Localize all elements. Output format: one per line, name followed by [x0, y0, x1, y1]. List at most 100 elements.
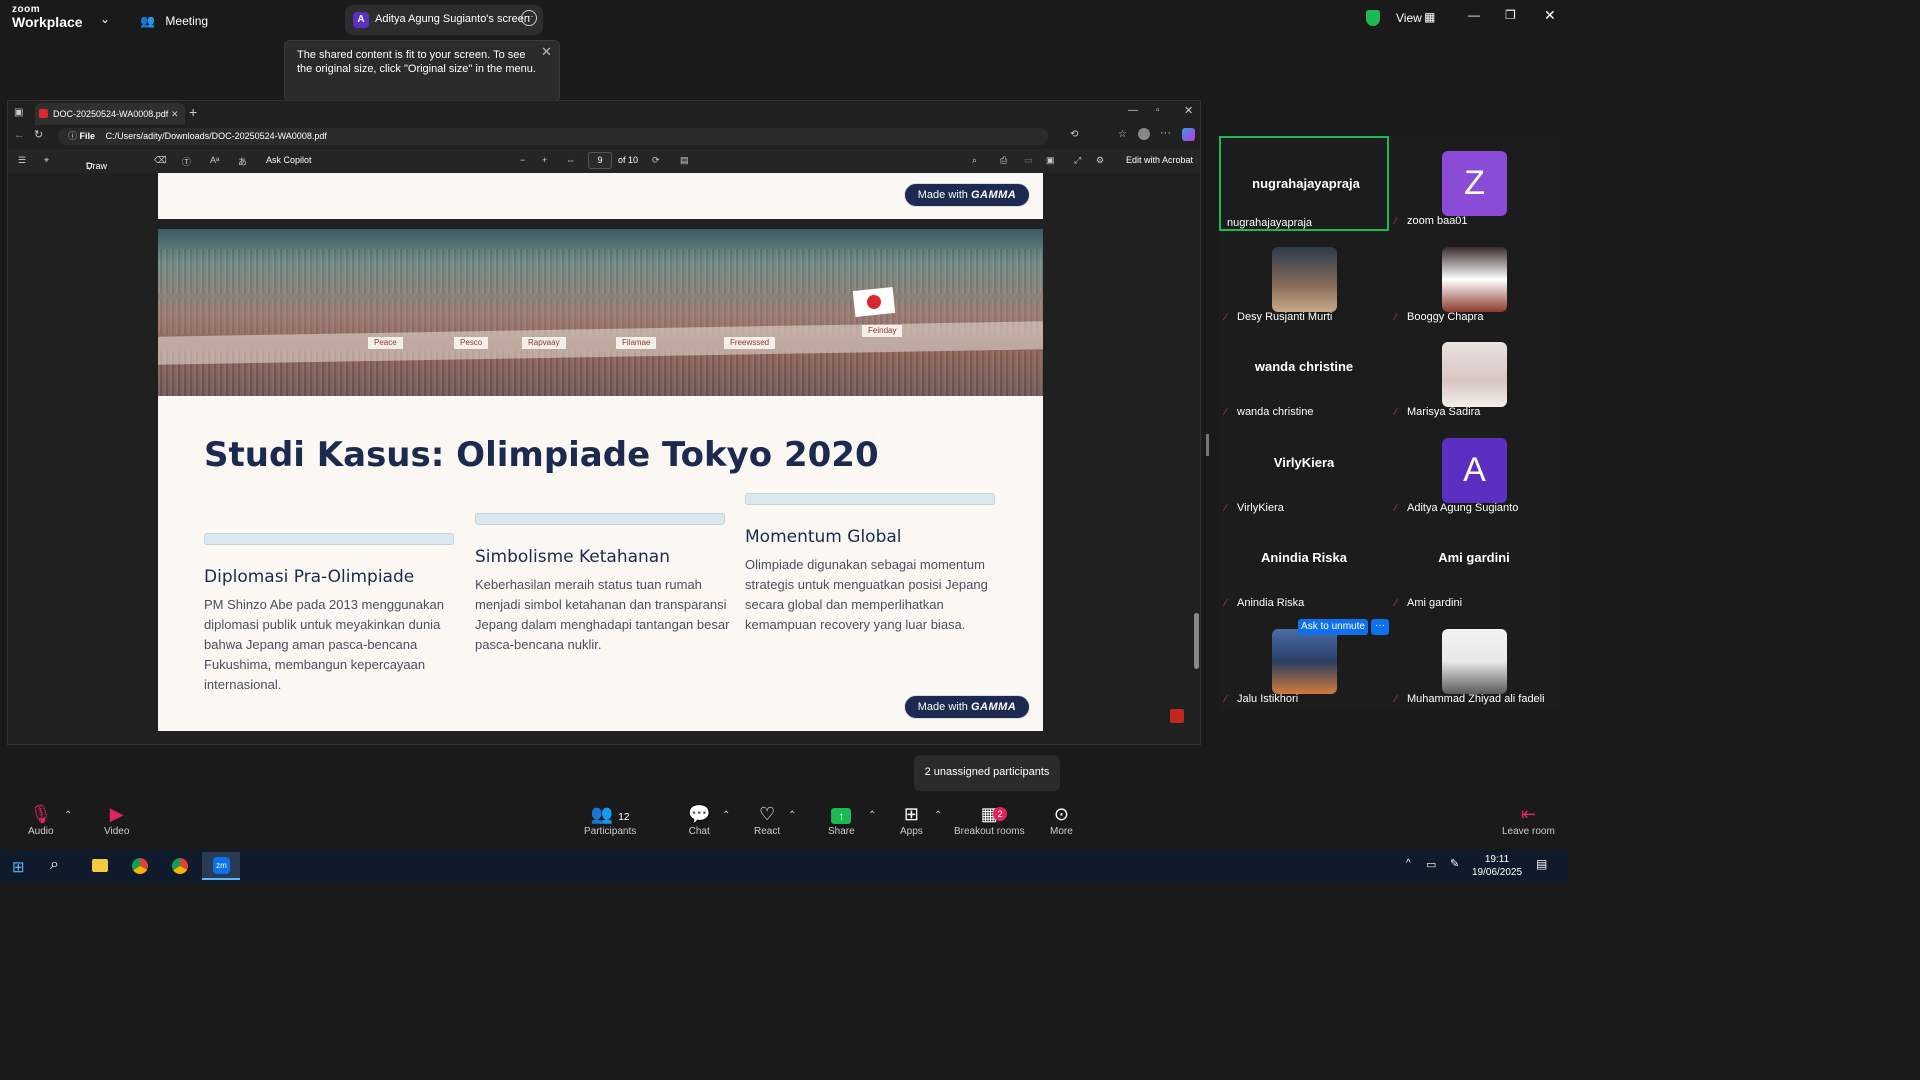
restore-icon[interactable]: ❐ — [1505, 8, 1516, 22]
back-icon[interactable]: ← — [14, 129, 25, 141]
page-view-icon[interactable]: ▤ — [680, 155, 689, 166]
pdf-scrollbar[interactable] — [1193, 173, 1201, 741]
windows-start-icon[interactable]: ⊞ — [12, 858, 25, 876]
highlight-icon[interactable]: ⌖ — [44, 155, 49, 166]
breakout-rooms-button[interactable]: ▦ Breakout rooms — [954, 804, 1025, 837]
participant-tile[interactable]: Anindia Riska ⁄ Anindia Riska — [1219, 518, 1389, 613]
chrome-profile-icon[interactable] — [172, 858, 188, 874]
zoom-out-icon[interactable]: − — [520, 155, 525, 165]
banner-4: Filamae — [616, 337, 657, 349]
browser-menu-icon[interactable]: ··· — [1160, 127, 1171, 139]
participant-name-label: ⁄ Muhammad Zhiyad ali fadeli — [1395, 693, 1545, 705]
pen-tray-icon[interactable]: ✎ — [1450, 857, 1459, 870]
minimize-icon[interactable]: — — [1468, 8, 1480, 22]
text-box-icon[interactable]: Ⓣ — [182, 155, 191, 168]
participant-tile[interactable]: ⁄ Marisya Sadira — [1389, 327, 1559, 422]
save-icon[interactable]: ▭ — [1024, 155, 1033, 166]
react-button[interactable]: ♡ React — [754, 804, 780, 837]
print-icon[interactable]: ⎙ — [1000, 155, 1007, 166]
save-as-icon[interactable]: ▣ — [1046, 155, 1055, 166]
profile-icon[interactable] — [1138, 128, 1150, 140]
pdf-scrollbar-thumb[interactable] — [1194, 613, 1199, 669]
more-options-icon[interactable]: ··· — [521, 10, 537, 26]
fit-page-icon[interactable]: ⇔ — [566, 155, 575, 165]
share-options-icon[interactable]: ⌃ — [868, 810, 876, 821]
rotate-icon[interactable]: ⟳ — [652, 155, 660, 166]
participant-tile[interactable]: VirlyKiera ⁄ VirlyKiera — [1219, 423, 1389, 518]
tab-actions-icon[interactable]: ▣ — [14, 107, 23, 118]
erase-icon[interactable]: ⌫ — [154, 155, 167, 166]
browser-maximize-icon[interactable]: ▫ — [1156, 105, 1160, 116]
ask-copilot-button[interactable]: Ask Copilot — [266, 155, 312, 165]
participant-tile[interactable]: ⁄ Muhammad Zhiyad ali fadeli — [1389, 614, 1559, 709]
participant-tile[interactable]: wanda christine ⁄ wanda christine — [1219, 327, 1389, 422]
share-icon: ↑ — [828, 804, 855, 826]
search-taskbar-icon[interactable]: ⌕ — [50, 856, 59, 874]
browser-tab[interactable]: DOC-20250524-WA0008.pdf ✕ — [35, 103, 185, 125]
participant-display-name: Ami gardini — [1438, 550, 1510, 565]
read-aloud-icon[interactable]: Aᵃ — [210, 155, 219, 165]
participant-tile[interactable]: Z ⁄ zoom baa01 — [1389, 136, 1559, 231]
contents-icon[interactable]: ☰ — [18, 155, 26, 166]
tray-chevron-icon[interactable]: ^ — [1406, 858, 1411, 869]
close-icon[interactable]: ✕ — [1544, 7, 1556, 24]
made-with-gamma-badge[interactable]: Made with GAMMA — [904, 183, 1030, 207]
reload-icon[interactable]: ↻ — [34, 128, 43, 141]
chat-button[interactable]: 💬 Chat — [688, 804, 710, 837]
tile-more-icon[interactable]: ··· — [1371, 619, 1389, 635]
react-options-icon[interactable]: ⌃ — [788, 810, 796, 821]
column-3-text: Olimpiade digunakan sebagai momentum str… — [745, 557, 988, 632]
search-icon[interactable]: ⌕ — [972, 155, 977, 166]
more-button[interactable]: ⊙ More — [1050, 804, 1073, 837]
chat-options-icon[interactable]: ⌃ — [722, 810, 730, 821]
new-tab-icon[interactable]: + — [189, 104, 197, 120]
chrome-icon[interactable] — [132, 858, 148, 874]
chevron-down-icon[interactable]: ⌄ — [100, 12, 110, 26]
mic-muted-icon: ⁄ — [1225, 693, 1227, 705]
settings-icon[interactable]: ⚙ — [1096, 155, 1104, 166]
grid-icon: ▦ — [1424, 10, 1436, 24]
view-button[interactable]: View — [1396, 11, 1422, 25]
apps-options-icon[interactable]: ⌃ — [934, 810, 942, 821]
browser-close-icon[interactable]: ✕ — [1184, 104, 1193, 117]
ask-to-unmute-button[interactable]: Ask to unmute — [1298, 619, 1368, 635]
notification-icon[interactable]: ▤ — [1536, 857, 1547, 871]
panel-resize-handle[interactable] — [1206, 434, 1209, 456]
meeting-menu[interactable]: 👥 Meeting — [140, 12, 208, 30]
edit-acrobat-button[interactable]: Edit with Acrobat — [1126, 155, 1193, 165]
chat-icon: 💬 — [688, 804, 711, 824]
fullscreen-icon[interactable]: ⤢ — [1074, 155, 1081, 166]
screen-share-indicator[interactable]: A Aditya Agung Sugianto's screen ··· — [345, 5, 543, 35]
tooltip-close-icon[interactable]: ✕ — [541, 45, 552, 59]
audio-options-icon[interactable]: ⌃ — [64, 810, 72, 821]
file-explorer-icon[interactable] — [92, 859, 108, 872]
participant-name: Booggy Chapra — [1407, 310, 1484, 323]
browser-minimize-icon[interactable]: — — [1128, 105, 1138, 116]
participant-tile[interactable]: ⁄ Booggy Chapra — [1389, 232, 1559, 327]
banner-2: Pesco — [454, 337, 489, 349]
participant-tile[interactable]: ⁄ Desy Rusjanti Murti — [1219, 232, 1389, 327]
participant-tile[interactable]: A ⁄ Aditya Agung Sugianto — [1389, 423, 1559, 518]
zoom-taskbar-item[interactable]: zm — [202, 852, 240, 880]
extensions-icon[interactable]: ⟲ — [1070, 129, 1078, 140]
participant-tile[interactable]: Ami gardini ⁄ Ami gardini — [1389, 518, 1559, 613]
copilot-icon[interactable] — [1182, 128, 1195, 141]
acrobat-icon[interactable] — [1170, 709, 1184, 723]
network-icon[interactable]: ▭ — [1426, 858, 1436, 871]
made-with-gamma-badge-bottom[interactable]: Made with GAMMA — [904, 695, 1030, 719]
tab-close-icon[interactable]: ✕ — [171, 103, 179, 125]
mic-muted-icon: ⁄ — [1225, 502, 1227, 514]
audio-button[interactable]: 🎙 Audio — [28, 804, 54, 837]
clock[interactable]: 19:11 19/06/2025 — [1472, 853, 1522, 879]
participants-button[interactable]: 👥 12 Participants — [584, 804, 636, 837]
video-button[interactable]: ▶ Video — [104, 804, 129, 837]
address-bar[interactable]: ⓘ File C:/Users/adity/Downloads/DOC-2025… — [58, 128, 1048, 145]
page-number-input[interactable]: 9 — [588, 152, 612, 169]
leave-room-button[interactable]: ⇤ Leave room — [1502, 804, 1555, 837]
translate-icon[interactable]: あ — [238, 155, 247, 168]
favorites-icon[interactable]: ☆ — [1118, 129, 1127, 140]
zoom-in-icon[interactable]: + — [542, 155, 547, 165]
participant-tile[interactable]: nugrahajayapraja nugrahajayapraja — [1219, 136, 1389, 231]
apps-button[interactable]: ⊞ Apps — [900, 804, 923, 837]
share-button[interactable]: ↑ Share — [828, 804, 855, 837]
